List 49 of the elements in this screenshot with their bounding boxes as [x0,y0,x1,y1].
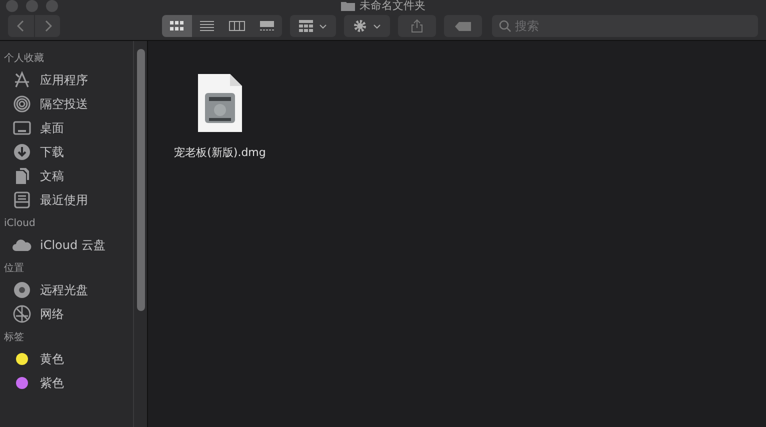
sidebar-item[interactable]: 远程光盘 [40,282,88,298]
gallery-icon [259,20,275,32]
chevron-right-icon [44,20,52,32]
sidebar-item[interactable]: 文稿 [40,168,64,184]
action-button[interactable] [344,15,390,37]
sidebar-item[interactable]: 网络 [40,306,64,322]
search-icon [499,20,511,32]
globe-icon [13,305,31,323]
document-icon [14,167,30,185]
gear-icon [353,19,367,33]
sidebar-item[interactable]: 最近使用 [40,192,88,208]
sidebar-item[interactable]: 紫色 [40,374,64,392]
sidebar-section-header: 位置 [4,262,25,275]
file-name[interactable]: 宠老板(新版).dmg [174,145,266,160]
window-title: 未命名文件夹 [360,0,426,12]
sidebar-item[interactable]: 黄色 [40,350,64,368]
tag-icon [455,22,471,30]
desktop-icon [13,120,31,136]
grid-icon [299,20,313,32]
sidebar-section-header: 个人收藏 [4,52,45,65]
share-button[interactable] [398,15,436,37]
tray-icon [13,191,31,209]
sidebar-item[interactable]: 桌面 [40,120,64,136]
back-button[interactable] [8,15,34,37]
caret-icon [373,24,381,28]
disc-icon [13,281,31,299]
view-mode-button[interactable] [192,15,222,37]
tag-button[interactable] [444,15,482,37]
sidebar-section-header: 标签 [4,331,25,344]
icon-grid-icon [170,20,184,32]
view-mode-button[interactable] [162,15,192,37]
group-button[interactable] [290,15,336,37]
sidebar-item[interactable]: 应用程序 [40,72,88,88]
airdrop-icon [13,95,31,113]
chevron-left-icon [17,20,25,32]
forward-button[interactable] [34,15,60,37]
sidebar-section-header: iCloud [4,217,36,230]
sidebar-item[interactable]: 下载 [40,144,64,160]
list-icon [200,20,214,32]
share-icon [411,19,423,33]
sidebar-item[interactable]: 隔空投送 [40,96,88,112]
sidebar-item[interactable]: iCloud 云盘 [40,236,106,254]
view-mode-button[interactable] [252,15,282,37]
caret-icon [319,24,327,28]
columns-icon [229,20,245,32]
scroll-thumb[interactable] [136,49,144,311]
cloud-icon [12,238,32,252]
app-store-a-icon [13,71,31,89]
disk-image-file-icon[interactable] [197,73,243,133]
